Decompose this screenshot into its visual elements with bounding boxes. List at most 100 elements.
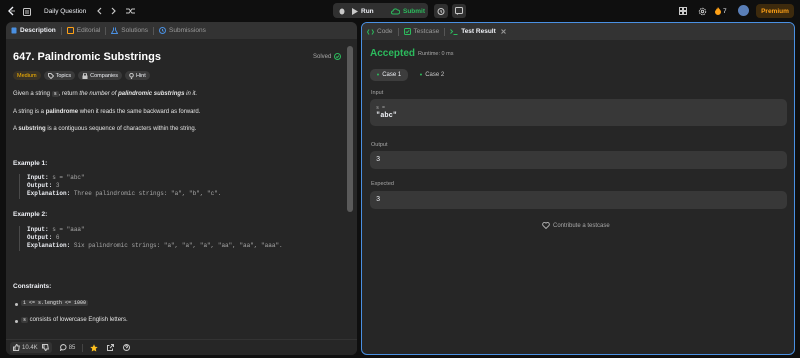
leetcode-logo-icon[interactable]: [6, 6, 16, 16]
description-paragraph-1: Given a string s, return the number of p…: [13, 91, 197, 97]
like-count: 10.4K: [22, 344, 38, 351]
p1-text-b: , return: [58, 91, 80, 97]
submit-label: Submit: [403, 7, 426, 15]
bullet-marker: [15, 303, 18, 306]
previous-problem-icon[interactable]: [95, 6, 103, 16]
p2-text-a: A string is a: [13, 109, 46, 115]
topics-label: Topics: [55, 72, 72, 79]
ex1-expl-label: Explanation:: [27, 190, 71, 198]
constraints-title: Constraints:: [13, 283, 52, 290]
comment-icon: [59, 344, 67, 351]
runtime-label: Runtime: 0 ms: [418, 51, 454, 57]
like-button[interactable]: 10.4K: [10, 342, 52, 353]
submit-button[interactable]: Submit: [391, 0, 425, 22]
p2-text-b: palindrome: [45, 109, 79, 115]
ex2-input-label: Input:: [27, 226, 49, 233]
p1-text-d: palindromic substrings: [118, 91, 185, 97]
companies-label: Companies: [90, 72, 118, 79]
tab-test-result[interactable]: Test Result: [445, 23, 511, 40]
tab-testcase[interactable]: Testcase: [399, 23, 445, 40]
expected-label: Expected: [371, 181, 394, 187]
right-tabbar: Code Testcase Test Result: [362, 23, 794, 40]
alarm-clock-icon[interactable]: [434, 4, 448, 18]
contribute-testcase-link[interactable]: Contribute a testcase: [542, 222, 610, 229]
layout-grid-icon[interactable]: [678, 6, 688, 16]
bullet-marker: [15, 320, 18, 323]
description-scrollbar[interactable]: [347, 46, 353, 212]
problem-list-icon[interactable]: [22, 7, 31, 16]
example-2-block: Input: s = "aaa" Output: 6 Explanation: …: [19, 226, 283, 251]
hint-tag[interactable]: Hint: [124, 71, 150, 80]
tag-icon: [47, 72, 54, 79]
check-circle-icon: [334, 53, 342, 60]
companies-tag[interactable]: Companies: [78, 71, 122, 80]
example-1-title: Example 1:: [13, 160, 48, 167]
difficulty-badge[interactable]: Medium: [13, 71, 41, 80]
constraint-2-text: consists of lowercase English letters.: [28, 317, 128, 323]
heart-icon: [542, 222, 550, 229]
ex2-output: 6: [55, 234, 60, 242]
case-1-button[interactable]: • Case 1: [370, 69, 408, 81]
example-2-title: Example 2:: [13, 211, 48, 218]
share-icon[interactable]: [107, 344, 115, 351]
p1-text-c: the number of: [79, 91, 119, 97]
streak-count: 7: [723, 7, 727, 15]
avatar[interactable]: [738, 5, 749, 16]
tab-code[interactable]: Code: [362, 23, 398, 40]
top-navigation-bar: Daily Question Run Submit 7 Premium: [0, 0, 800, 22]
checkbox-icon: [403, 28, 411, 35]
description-tabbar: Description Editorial Solutions Submissi…: [6, 22, 357, 39]
ex1-input-label: Input:: [27, 174, 49, 181]
thumbs-up-icon: [13, 344, 20, 351]
topics-tag[interactable]: Topics: [43, 71, 76, 80]
output-value: 3: [370, 151, 787, 169]
constraint-1-code: 1 <= s.length <= 1000: [21, 300, 89, 306]
settings-gear-icon[interactable]: [697, 6, 707, 16]
close-icon[interactable]: [500, 29, 506, 34]
shuffle-icon[interactable]: [125, 6, 135, 16]
output-label: Output: [371, 142, 388, 148]
ex2-input: s = "aaa": [52, 226, 85, 233]
help-circle-icon[interactable]: [123, 344, 131, 351]
tab-editorial[interactable]: Editorial: [62, 22, 105, 39]
case-2-button[interactable]: • Case 2: [414, 69, 450, 81]
comment-count: 85: [68, 344, 76, 351]
input-variable: s =: [376, 105, 386, 111]
example-1-block: Input: s = "abc" Output: 3 Explanation: …: [19, 174, 221, 199]
book-icon: [66, 27, 74, 34]
ex2-expl: Six palindromic strings: "a", "a", "a", …: [73, 242, 283, 250]
run-button[interactable]: Run: [352, 0, 374, 22]
play-icon: [352, 7, 358, 15]
tab-description[interactable]: Description: [6, 22, 61, 39]
input-box: s = "abc": [370, 99, 787, 126]
notes-icon[interactable]: [452, 4, 466, 18]
p1-text-a: Given a string: [13, 91, 52, 97]
ex2-output-label: Output:: [27, 234, 53, 242]
tab-testcase-label: Testcase: [413, 28, 440, 35]
star-icon[interactable]: [90, 343, 99, 352]
problem-title: 647. Palindromic Substrings: [13, 51, 161, 63]
debug-icon[interactable]: [337, 6, 347, 16]
fire-icon: [715, 7, 721, 15]
daily-question-title[interactable]: Daily Question: [44, 0, 86, 22]
ex1-input: s = "abc": [52, 174, 85, 181]
code-icon: [367, 28, 374, 35]
comments-button[interactable]: 85: [59, 344, 76, 351]
tab-submissions[interactable]: Submissions: [154, 22, 211, 39]
constraint-1: 1 <= s.length <= 1000: [21, 300, 89, 306]
next-problem-icon[interactable]: [110, 6, 118, 16]
p1-code: s: [51, 91, 59, 97]
tab-code-label: Code: [377, 28, 393, 35]
premium-button[interactable]: Premium: [756, 4, 794, 18]
cloud-upload-icon: [391, 7, 400, 14]
run-label: Run: [361, 7, 374, 15]
test-result-panel: Code Testcase Test Result Accepted Runti…: [361, 22, 795, 355]
ex2-expl-label: Explanation:: [27, 242, 71, 250]
dot-icon: •: [376, 71, 380, 79]
streak-counter[interactable]: 7: [715, 0, 727, 22]
result-status: Accepted: [370, 48, 416, 59]
hint-label: Hint: [135, 72, 146, 79]
tab-solutions[interactable]: Solutions: [106, 22, 153, 39]
thumbs-down-icon: [41, 344, 49, 351]
case-1-label: Case 1: [382, 72, 402, 78]
